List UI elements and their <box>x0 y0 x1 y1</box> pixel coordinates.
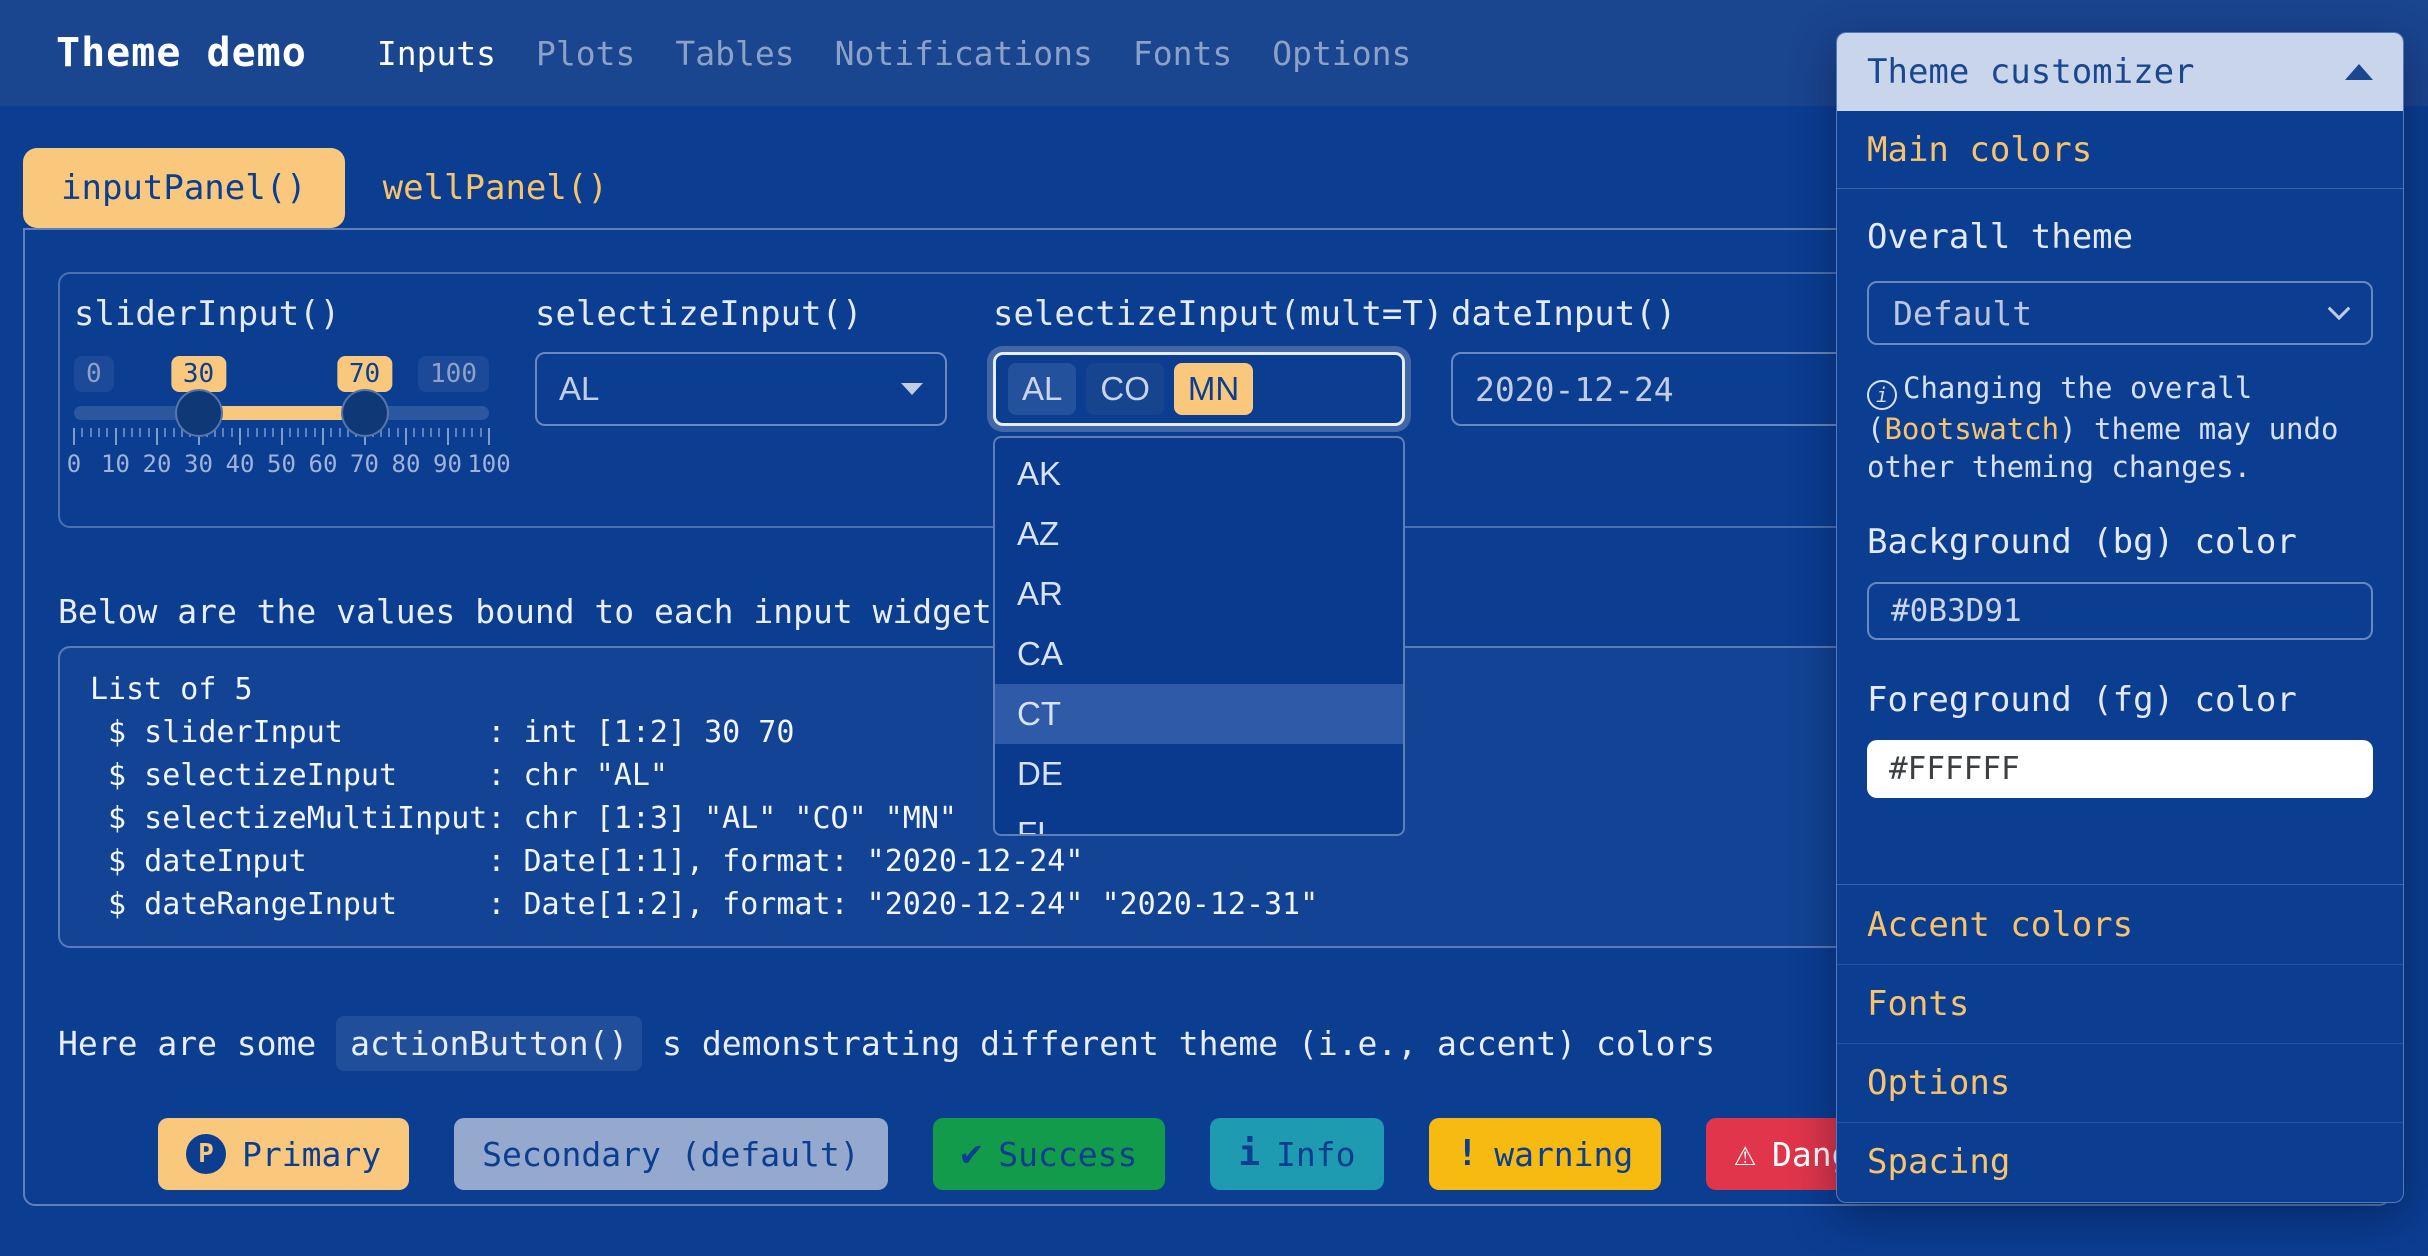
collapse-caret-up-icon <box>2345 64 2373 80</box>
nav-item[interactable]: Notifications <box>835 34 1093 73</box>
selectize-multi-label: selectizeInput(mult=T) <box>993 294 1405 334</box>
customizer-sections-list: Accent colorsFontsOptionsSpacing <box>1837 884 2403 1201</box>
customizer-section-link[interactable]: Accent colors <box>1837 885 2403 964</box>
button-label: Primary <box>242 1135 381 1174</box>
selectize-input[interactable]: AL <box>535 352 947 426</box>
customizer-section-link[interactable]: Options <box>1837 1043 2403 1122</box>
selectize-value: AL <box>559 370 599 408</box>
inline-code-chip: actionButton() <box>336 1016 642 1071</box>
fg-color-label: Foreground (fg) color <box>1867 680 2373 720</box>
theme-customizer-panel: Theme customizer Main colors Overall the… <box>1836 32 2404 1203</box>
nav-item[interactable]: Plots <box>536 34 635 73</box>
selectize-multi-input[interactable]: ALCOMN <box>993 352 1405 426</box>
date-value: 2020-12-24 <box>1475 370 1674 409</box>
slider-min-badge: 0 <box>74 356 114 392</box>
slider-from-badge: 30 <box>171 356 226 392</box>
slider-ticks <box>74 428 489 448</box>
action-button[interactable]: i Info <box>1210 1118 1383 1190</box>
slider-input-widget: sliderInput() 0 30 70 100 0102030405060 <box>74 294 489 480</box>
dropdown-option[interactable]: FL <box>995 804 1403 836</box>
button-label: warning <box>1494 1135 1633 1174</box>
action-button[interactable]: ! warning <box>1429 1118 1662 1190</box>
customizer-section-link[interactable]: Fonts <box>1837 964 2403 1043</box>
button-label: Info <box>1276 1135 1355 1174</box>
slider-to-handle[interactable] <box>341 389 389 437</box>
bootswatch-link[interactable]: Bootswatch <box>1884 412 2059 446</box>
slider-input-label: sliderInput() <box>74 294 489 334</box>
dropdown-option[interactable]: AZ <box>995 504 1403 564</box>
button-icon: P <box>186 1134 226 1174</box>
customizer-section-link[interactable]: Spacing <box>1837 1122 2403 1201</box>
slider-track[interactable] <box>74 406 489 420</box>
button-icon: ✔ <box>961 1136 983 1172</box>
navbar-nav: Inputs Plots Tables Notifications Fonts Optio… <box>377 34 1411 73</box>
nav-item[interactable]: Inputs <box>377 34 496 73</box>
dropdown-option[interactable]: CT <box>995 684 1403 744</box>
theme-change-note: iChanging the overall (Bootswatch) theme… <box>1867 369 2375 486</box>
selected-tag[interactable]: MN <box>1174 363 1253 415</box>
selectize-input-widget: selectizeInput() AL <box>535 294 947 480</box>
info-circle-icon: i <box>1867 380 1897 410</box>
theme-customizer-header[interactable]: Theme customizer <box>1837 33 2403 111</box>
button-label: Success <box>998 1135 1137 1174</box>
selected-tag[interactable]: AL <box>1008 363 1076 415</box>
overall-theme-select[interactable]: Default <box>1867 281 2373 345</box>
action-button[interactable]: P Primary <box>158 1118 409 1190</box>
nav-item[interactable]: Tables <box>675 34 794 73</box>
main-colors-section: Overall theme Default iChanging the over… <box>1837 189 2403 884</box>
range-slider[interactable]: 0 30 70 100 0102030405060708090100 <box>74 356 489 480</box>
dropdown-option[interactable]: CA <box>995 624 1403 684</box>
button-icon: ! <box>1457 1136 1479 1172</box>
caret-down-icon <box>901 383 923 395</box>
button-icon: i <box>1238 1136 1260 1172</box>
dropdown-option[interactable]: DE <box>995 744 1403 804</box>
slider-from-handle[interactable] <box>175 389 223 437</box>
overall-theme-label: Overall theme <box>1867 217 2373 257</box>
selected-tag[interactable]: CO <box>1086 363 1164 415</box>
bg-color-input[interactable] <box>1867 582 2373 640</box>
button-label: Secondary (default) <box>482 1135 860 1174</box>
slider-tick-labels: 0102030405060708090100 <box>74 450 489 480</box>
nav-item[interactable]: Fonts <box>1133 34 1232 73</box>
selectize-input-label: selectizeInput() <box>535 294 947 334</box>
section-main-colors[interactable]: Main colors <box>1837 111 2403 189</box>
action-button[interactable]: ✔ Success <box>933 1118 1166 1190</box>
panel-tab[interactable]: inputPanel() <box>23 148 345 228</box>
button-icon: ⚠ <box>1734 1136 1756 1172</box>
chevron-down-icon <box>2328 297 2351 320</box>
slider-to-badge: 70 <box>337 356 392 392</box>
slider-max-badge: 100 <box>418 356 489 392</box>
fg-color-input[interactable] <box>1867 740 2373 798</box>
app-brand[interactable]: Theme demo <box>56 30 307 76</box>
panel-tab[interactable]: wellPanel() <box>345 148 646 228</box>
nav-item[interactable]: Options <box>1272 34 1411 73</box>
overall-theme-value: Default <box>1893 294 2032 333</box>
dropdown-option[interactable]: AK <box>995 444 1403 504</box>
action-button[interactable]: Secondary (default) <box>454 1118 888 1190</box>
bg-color-label: Background (bg) color <box>1867 522 2373 562</box>
selectize-dropdown: AKAZARCACTDEFL <box>993 436 1405 836</box>
selectize-multi-widget: selectizeInput(mult=T) ALCOMN AKAZARCACT… <box>993 294 1405 480</box>
theme-customizer-title: Theme customizer <box>1867 52 2195 92</box>
dropdown-option[interactable]: AR <box>995 564 1403 624</box>
